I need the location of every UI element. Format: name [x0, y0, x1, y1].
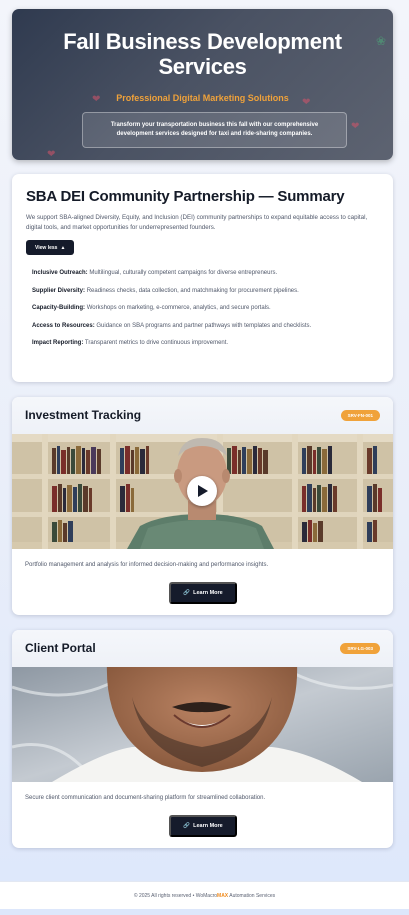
- summary-list: Inclusive Outreach: Multilingual, cultur…: [26, 269, 379, 347]
- summary-item-text: Workshops on marketing, e-commerce, anal…: [86, 305, 271, 311]
- summary-item-label: Impact Reporting:: [32, 340, 84, 346]
- heart-decoration-icon: ❤: [351, 121, 360, 132]
- footer: © 2025 All rights reserved • WoMacroMAX …: [0, 881, 409, 909]
- service-video[interactable]: [12, 434, 393, 549]
- summary-item-text: Transparent metrics to drive continuous …: [84, 340, 229, 346]
- smiling-person-image: [12, 667, 393, 782]
- summary-item: Capacity-Building: Workshops on marketin…: [32, 304, 379, 312]
- summary-item-text: Readiness checks, data collection, and m…: [86, 287, 299, 294]
- hero-banner: ❤ ❤ ❤ ❤ ❀ Fall Business Development Serv…: [12, 9, 393, 160]
- summary-item-label: Access to Resources:: [32, 322, 95, 329]
- hero-description: Transform your transportation business t…: [82, 112, 347, 148]
- summary-item-label: Supplier Diversity:: [32, 287, 86, 294]
- footer-suffix: Automation Services: [228, 893, 276, 899]
- footer-brand-highlight: MAX: [217, 893, 229, 899]
- summary-intro: We support SBA-aligned Diversity, Equity…: [26, 214, 368, 231]
- hero-title: Fall Business Development Services: [63, 29, 342, 79]
- view-less-button[interactable]: View less ▲: [26, 240, 75, 255]
- summary-item-text: Guidance on SBA programs and partner pat…: [96, 322, 312, 329]
- chevron-up-icon: ▲: [60, 244, 66, 251]
- service-card-investment-tracking: Investment Tracking SRV-FN-001 Portfolio…: [12, 397, 393, 615]
- summary-item-text: Multilingual, culturally competent campa…: [89, 270, 278, 276]
- service-description: Secure client communication and document…: [25, 795, 266, 801]
- view-less-label: View less: [35, 244, 58, 251]
- summary-item: Access to Resources: Guidance on SBA pro…: [32, 322, 379, 330]
- hero-subtitle: Professional Digital Marketing Solutions: [116, 93, 289, 103]
- footer-copyright: © 2025 All rights reserved • WoMacro: [133, 893, 218, 899]
- service-description: Portfolio management and analysis for in…: [25, 562, 269, 568]
- summary-item-label: Inclusive Outreach:: [32, 270, 88, 276]
- dei-summary-card: SBA DEI Community Partnership — Summary …: [12, 174, 393, 382]
- service-card-header: Investment Tracking SRV-FN-001: [12, 397, 393, 434]
- service-title: Investment Tracking: [25, 408, 142, 422]
- service-card-client-portal: Client Portal SRV-LG-003 Secure client c…: [12, 630, 393, 848]
- service-image: [12, 667, 393, 782]
- learn-more-button[interactable]: 🔗 Learn More: [169, 815, 237, 837]
- service-title: Client Portal: [25, 641, 96, 655]
- summary-item-label: Capacity-Building:: [32, 305, 86, 311]
- service-code-badge: SRV-LG-003: [340, 643, 380, 654]
- link-icon: 🔗: [183, 590, 191, 596]
- service-code-badge: SRV-FN-001: [340, 410, 380, 421]
- summary-title: SBA DEI Community Partnership — Summary: [26, 188, 345, 205]
- summary-item: Supplier Diversity: Readiness checks, da…: [32, 287, 379, 295]
- service-card-header: Client Portal SRV-LG-003: [12, 630, 393, 667]
- link-icon: 🔗: [183, 823, 191, 829]
- learn-more-label: Learn More: [193, 590, 223, 596]
- learn-more-label: Learn More: [193, 823, 223, 829]
- summary-item: Inclusive Outreach: Multilingual, cultur…: [32, 269, 379, 277]
- heart-decoration-icon: ❤: [47, 149, 56, 160]
- learn-more-button[interactable]: 🔗 Learn More: [169, 582, 237, 604]
- play-button[interactable]: [187, 476, 217, 506]
- play-icon: [197, 485, 208, 497]
- summary-item: Impact Reporting: Transparent metrics to…: [32, 339, 379, 347]
